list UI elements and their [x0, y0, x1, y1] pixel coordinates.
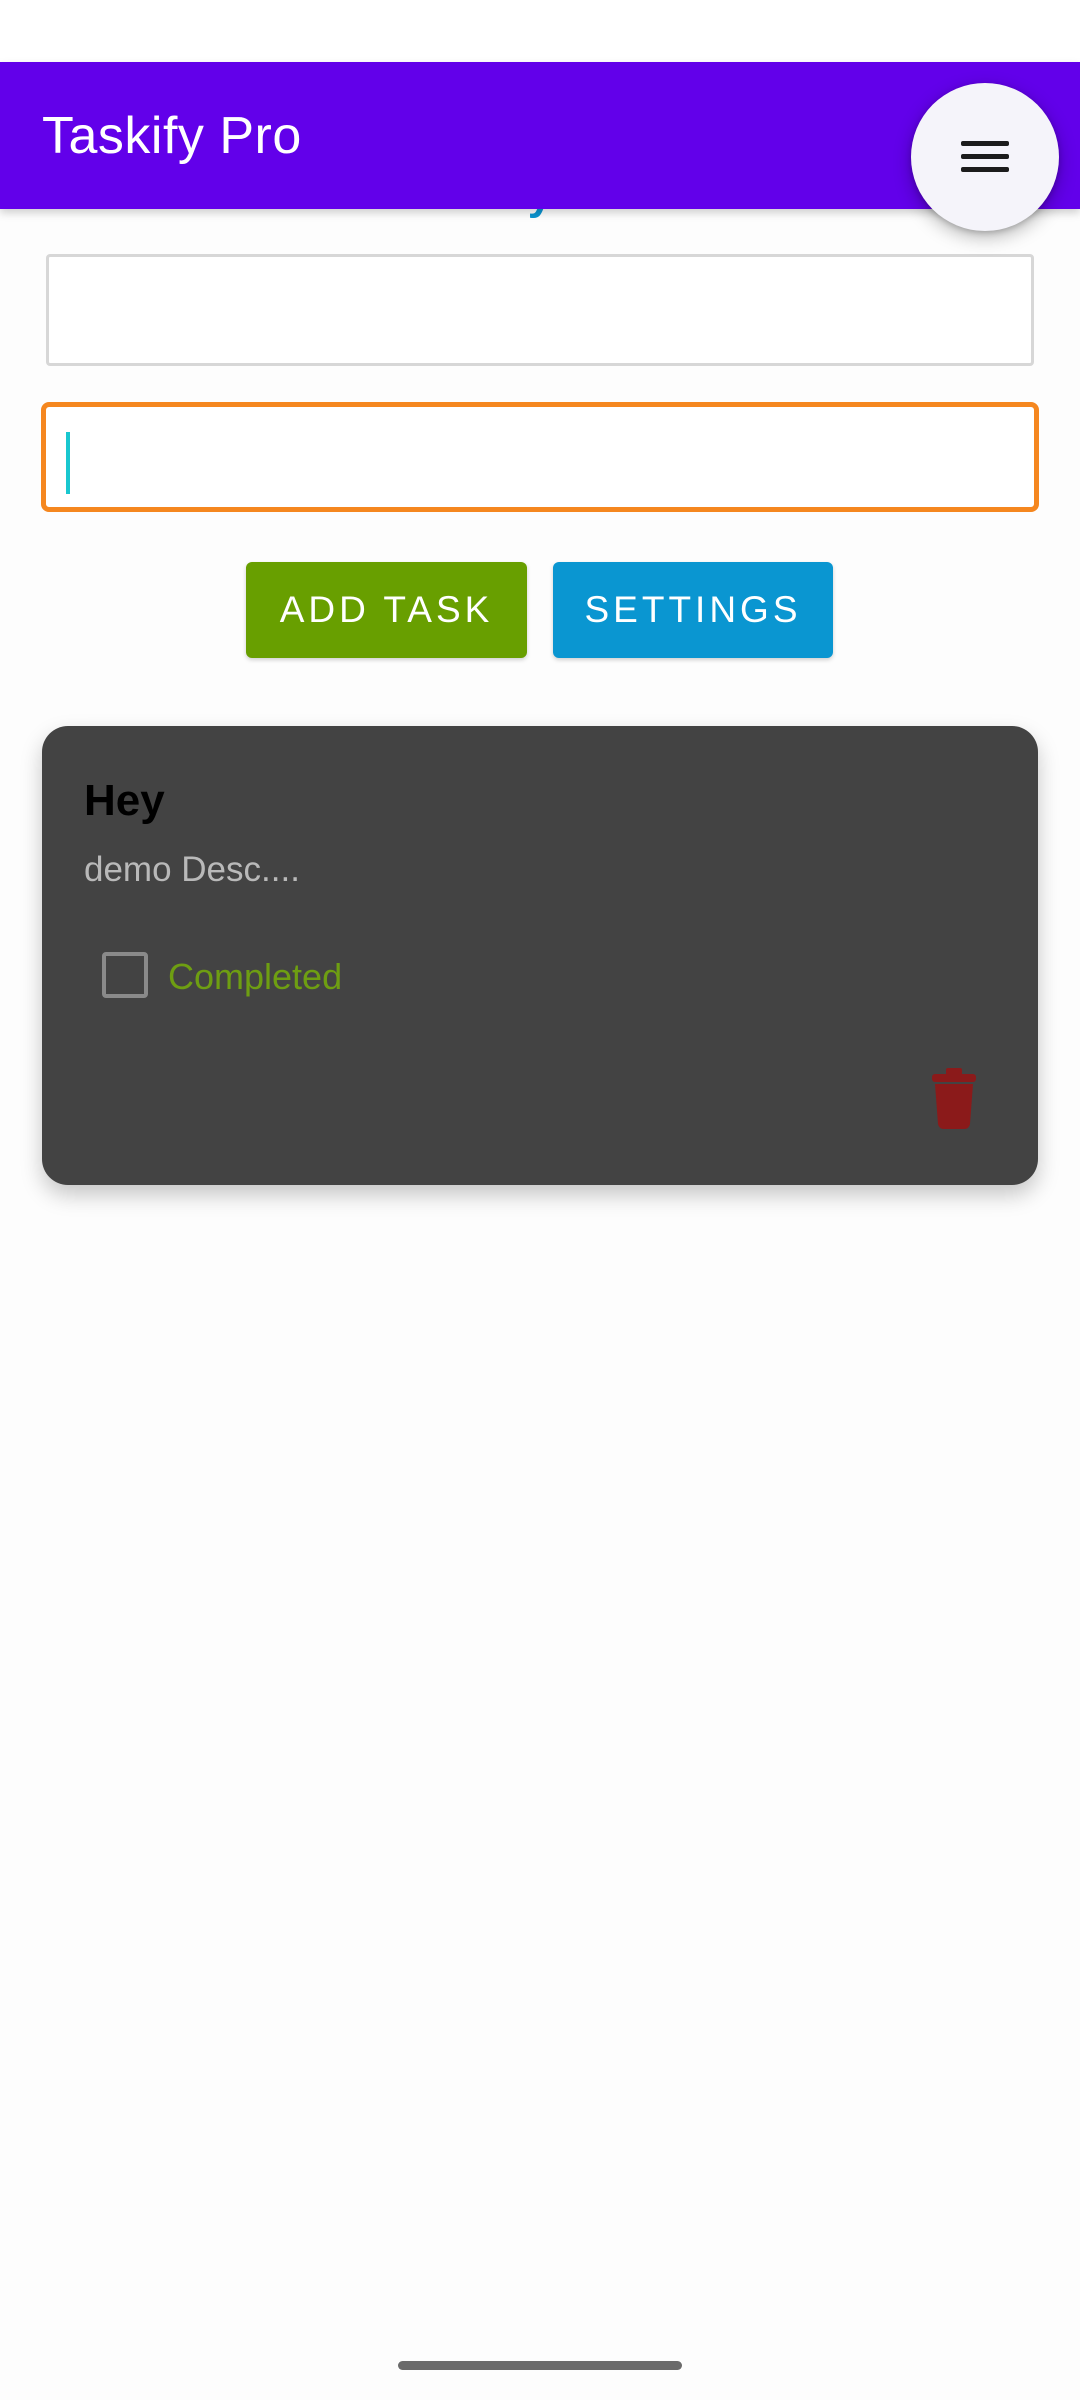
task-description-input[interactable]: [41, 402, 1039, 512]
task-card: Hey demo Desc.... Completed: [42, 726, 1038, 1185]
menu-button[interactable]: [911, 83, 1059, 231]
home-indicator[interactable]: [398, 2361, 682, 2370]
add-task-button[interactable]: ADD TASK: [246, 562, 527, 658]
status-bar: [0, 0, 1080, 62]
trash-icon[interactable]: [930, 1066, 978, 1130]
task-title-input[interactable]: [46, 254, 1034, 366]
app-title: Taskify Pro: [42, 107, 302, 165]
hamburger-menu-icon: [961, 139, 1009, 175]
text-cursor: [66, 432, 70, 494]
settings-button[interactable]: SETTINGS: [553, 562, 833, 658]
completed-label[interactable]: Completed: [168, 956, 342, 998]
task-title: Hey: [84, 776, 165, 825]
task-description: demo Desc....: [84, 850, 300, 889]
completed-checkbox[interactable]: [102, 952, 148, 998]
